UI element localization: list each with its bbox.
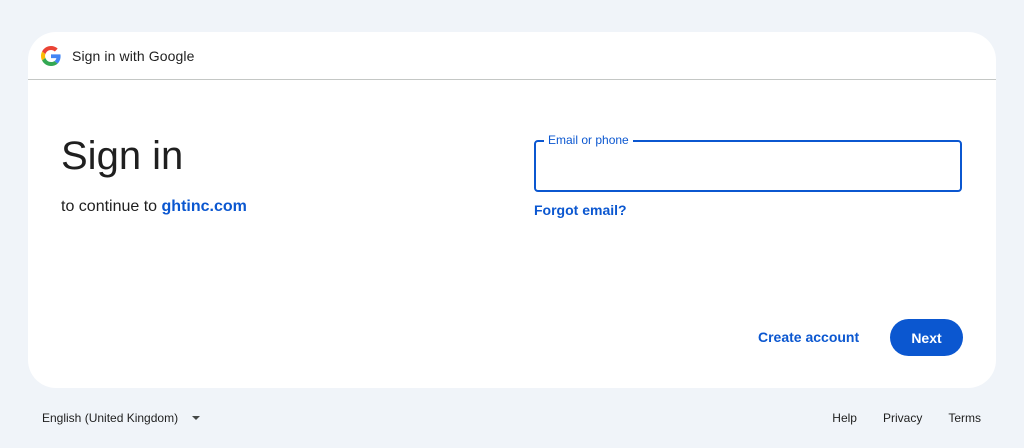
language-label: English (United Kingdom): [42, 411, 179, 425]
email-field-label: Email or phone: [544, 133, 633, 147]
card-header: Sign in with Google: [28, 32, 996, 80]
continue-prefix: to continue to: [61, 198, 158, 215]
footer-links: Help Privacy Terms: [819, 404, 994, 432]
sign-in-card: Sign in with Google Sign in to continue …: [28, 32, 996, 388]
intro-section: Sign in to continue to ghtinc.com: [61, 132, 247, 216]
create-account-button[interactable]: Create account: [744, 319, 873, 355]
help-link[interactable]: Help: [819, 404, 870, 432]
domain-link[interactable]: ghtinc.com: [162, 198, 247, 215]
google-g-icon: [41, 45, 61, 66]
page-title: Sign in: [61, 134, 184, 178]
forgot-email-link[interactable]: Forgot email?: [534, 202, 627, 218]
email-input[interactable]: [536, 142, 960, 190]
next-button[interactable]: Next: [890, 319, 963, 356]
privacy-link[interactable]: Privacy: [870, 404, 935, 432]
footer: English (United Kingdom) Help Privacy Te…: [0, 400, 1024, 436]
email-field[interactable]: Email or phone: [534, 133, 962, 192]
language-selector[interactable]: English (United Kingdom): [34, 404, 208, 432]
continue-text: to continue to ghtinc.com: [61, 198, 247, 216]
header-title: Sign in with Google: [72, 47, 195, 64]
dropdown-caret-icon: [192, 416, 201, 420]
terms-link[interactable]: Terms: [935, 404, 994, 432]
